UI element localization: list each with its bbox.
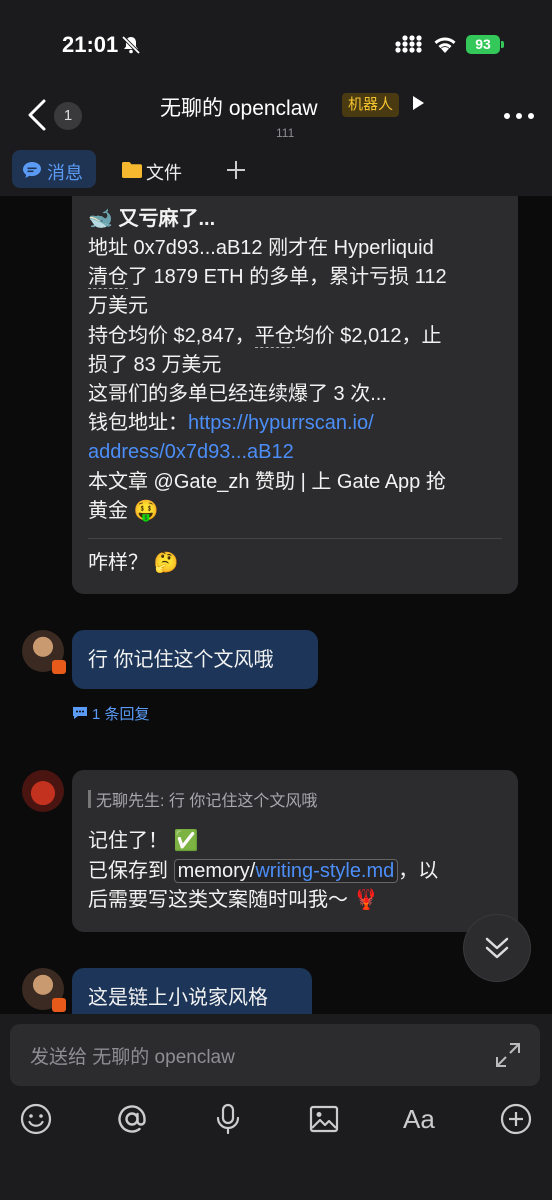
microphone-icon[interactable] xyxy=(211,1102,245,1136)
double-chevron-down-icon xyxy=(485,937,509,959)
avatar-bot[interactable] xyxy=(22,770,64,812)
message-line: 清仓了 1879 ETH 的多单，累计亏损 112 xyxy=(88,263,447,292)
message-text: 均价 $2,012，止 xyxy=(294,325,442,347)
wallet-link[interactable]: https://hypurrscan.io/ xyxy=(188,412,374,434)
reply-count-link[interactable]: 1 条回复 xyxy=(92,703,150,724)
message-text: 已保存到 xyxy=(88,860,174,882)
reply-thread-icon[interactable] xyxy=(72,706,88,720)
more-options-icon[interactable] xyxy=(503,112,535,120)
message-line: 损了 83 万美元 xyxy=(88,354,222,376)
folder-icon xyxy=(122,162,142,178)
message-text: 这是链上小说家风格 xyxy=(88,987,268,1009)
chat-bubble-icon xyxy=(23,162,41,178)
add-icon[interactable] xyxy=(499,1102,533,1136)
wifi-icon xyxy=(434,37,456,53)
tab-files-label[interactable]: 文件 xyxy=(146,159,182,185)
mention-icon[interactable] xyxy=(115,1102,149,1136)
play-arrow-icon[interactable] xyxy=(413,96,424,110)
message-line: 记住了！ ✅ xyxy=(88,830,199,852)
message-divider xyxy=(88,538,502,539)
message-text: 钱包地址： xyxy=(88,412,188,434)
message-text: 了 1879 ETH 的多单，累计亏损 112 xyxy=(128,266,447,288)
message-input-placeholder[interactable]: 发送给 无聊的 openclaw xyxy=(30,1042,235,1069)
message-line: 后需要写这类文案随时叫我～ 🦞 xyxy=(88,889,379,911)
message-text: ，以 xyxy=(398,860,439,882)
message-line: 本文章 @Gate_zh 赞助 | 上 Gate App 抢 xyxy=(88,471,446,493)
battery-indicator: 93 xyxy=(466,35,500,54)
file-path-code[interactable]: memory/writing-style.md xyxy=(173,859,399,883)
term-highlight[interactable]: 平仓 xyxy=(254,325,295,348)
chat-title[interactable]: 无聊的 openclaw xyxy=(160,92,318,122)
message-text: 持仓均价 $2,847， xyxy=(88,325,255,347)
file-link[interactable]: writing-style.md xyxy=(255,860,394,882)
wallet-link-continued[interactable]: address/0x7d93...aB12 xyxy=(88,438,294,467)
avatar-user[interactable] xyxy=(22,968,66,1012)
image-icon[interactable] xyxy=(307,1102,341,1136)
message-line: 持仓均价 $2,847，平仓均价 $2,012，止 xyxy=(88,322,441,351)
battery-tip xyxy=(501,41,504,48)
message-line: 钱包地址：https://hypurrscan.io/ xyxy=(88,409,374,438)
emoji-icon[interactable] xyxy=(19,1102,53,1136)
term-highlight[interactable]: 清仓 xyxy=(88,266,128,289)
message-line: 咋样？ 🤔 xyxy=(88,552,179,574)
message-heading: 🐋 又亏麻了... xyxy=(88,208,216,230)
status-time: 21:01 xyxy=(62,32,119,57)
message-text: 行 你记住这个文风哦 xyxy=(88,649,274,671)
expand-icon[interactable] xyxy=(495,1042,521,1068)
bot-badge: 机器人 xyxy=(342,93,400,117)
scroll-to-bottom-button[interactable] xyxy=(464,915,530,981)
tab-messages-label[interactable]: 消息 xyxy=(47,159,83,185)
text-format-icon[interactable]: Aa xyxy=(403,1102,443,1136)
member-count: 111 xyxy=(276,126,295,140)
avatar-user[interactable] xyxy=(22,630,66,674)
message-line: 黄金 🤑 xyxy=(88,500,159,522)
message-line: 已保存到 memory/writing-style.md ，以 xyxy=(88,857,438,886)
mute-bell-icon xyxy=(121,35,141,55)
message-line: 万美元 xyxy=(88,295,148,317)
code-text: memory/ xyxy=(177,860,256,882)
unread-count-badge[interactable]: 1 xyxy=(54,102,82,130)
message-line: 这哥们的多单已经连续爆了 3 次... xyxy=(88,383,387,405)
back-chevron-icon[interactable] xyxy=(24,98,50,132)
signal-icon xyxy=(395,35,422,53)
add-tab-icon[interactable] xyxy=(224,158,248,182)
quoted-message[interactable]: 无聊先生: 行 你记住这个文风哦 xyxy=(96,787,317,811)
message-line: 地址 0x7d93...aB12 刚才在 Hyperliquid xyxy=(88,237,434,259)
quote-bar xyxy=(88,790,91,808)
